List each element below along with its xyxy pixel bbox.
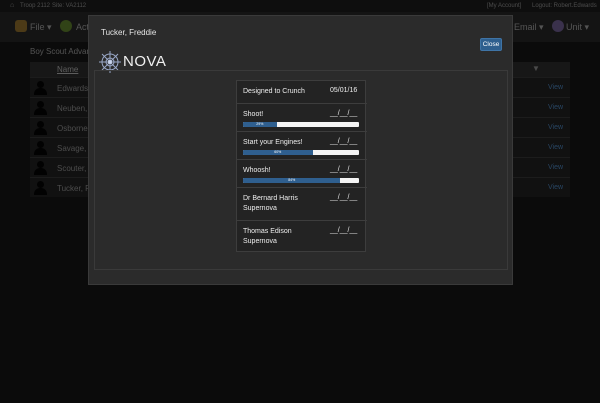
progress-label: 60% [274,150,282,154]
requirement-name: Start your Engines! [243,139,303,146]
requirement-row: Whoosh! __/__/__ 84% [237,159,367,187]
requirement-date: __/__/__ [330,138,358,145]
requirement-name: Designed to Crunch [243,88,305,95]
requirement-name: Whoosh! [243,167,271,174]
progress-bar: 84% [243,178,359,183]
award-title: NOVA [123,53,167,70]
modal-title: Tucker, Freddie [101,28,157,37]
requirement-date: __/__/__ [330,110,358,117]
requirement-row: Shoot! __/__/__ 29% [237,103,367,131]
requirement-name: Shoot! [243,111,264,118]
progress-bar: 60% [243,150,359,155]
requirement-row: Start your Engines! __/__/__ 60% [237,131,367,159]
requirement-date: __/__/__ [330,194,358,201]
requirement-date: __/__/__ [330,166,358,173]
requirement-date: __/__/__ [330,227,358,234]
close-button[interactable]: Close [480,38,502,51]
requirement-name: Dr Bernard Harris Supernova [243,195,298,212]
award-modal: Tucker, Freddie Close NOVA Designed to C… [88,15,513,285]
requirement-row: Thomas Edison Supernova __/__/__ [237,220,367,253]
progress-bar: 29% [243,122,359,127]
progress-label: 84% [288,178,296,182]
requirements-card: Designed to Crunch 05/01/16 Shoot! __/__… [236,80,367,253]
requirement-name: Thomas Edison Supernova [243,228,292,245]
requirement-date: 05/01/16 [330,87,358,94]
requirement-row: Designed to Crunch 05/01/16 [237,81,367,103]
progress-label: 29% [256,122,264,126]
requirement-row: Dr Bernard Harris Supernova __/__/__ [237,187,367,220]
